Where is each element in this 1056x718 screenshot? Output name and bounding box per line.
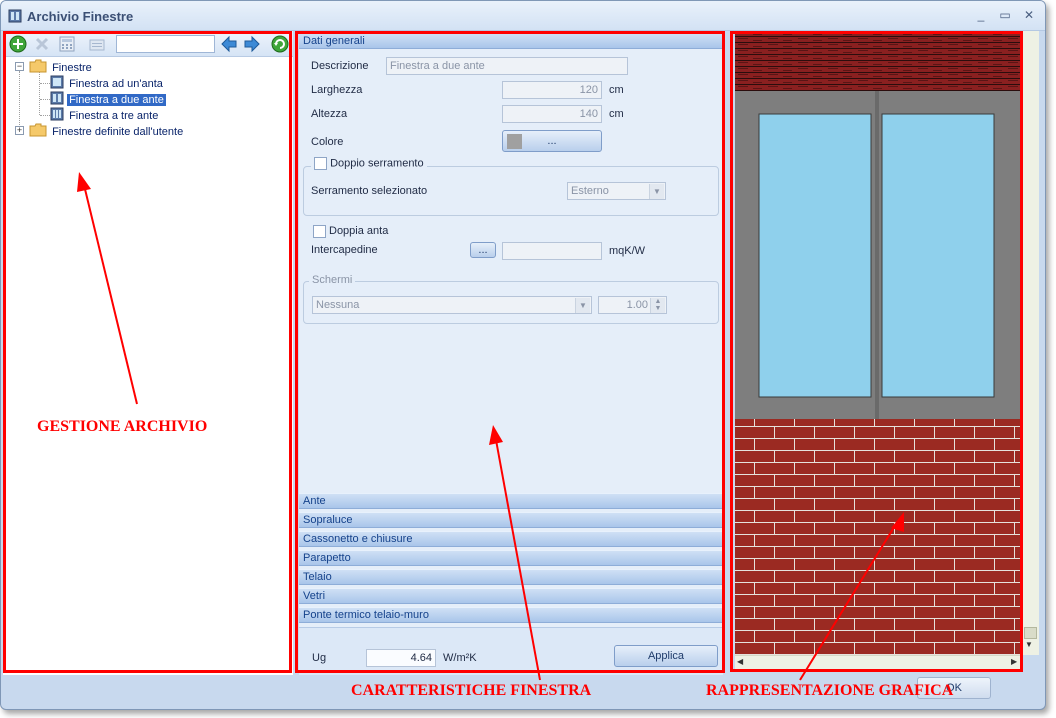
tree-node-label: Finestre	[52, 62, 92, 75]
ug-unit: W/m²K	[443, 652, 477, 664]
apply-button[interactable]: Applica	[614, 645, 718, 667]
doppia-anta-checkbox[interactable]	[313, 225, 326, 238]
altezza-field[interactable]: 140	[502, 105, 602, 123]
serramento-select[interactable]: Esterno ▼	[567, 182, 666, 200]
larghezza-field[interactable]: 120	[502, 81, 602, 99]
window-preview	[735, 31, 1021, 671]
preview-vertical-scrollbar[interactable]: ▼	[1021, 31, 1039, 655]
tree-connector	[40, 115, 50, 116]
doppio-serramento-label: Doppio serramento	[330, 157, 424, 170]
schermi-value: Nessuna	[316, 299, 360, 311]
window-drawing	[735, 31, 1021, 655]
title-bar: Archivio Finestre _ ▭ ✕	[1, 1, 1045, 31]
chevron-down-icon: ▼	[649, 184, 664, 199]
tree-connector	[19, 71, 20, 131]
doppio-serramento-checkbox[interactable]	[314, 157, 327, 170]
back-arrow-icon[interactable]	[220, 35, 238, 53]
tree-connector	[40, 99, 50, 100]
window-app-icon	[8, 9, 22, 26]
ug-footer: Ug 4.64 W/m²K Applica	[299, 627, 723, 675]
serramento-label: Serramento selezionato	[311, 185, 428, 197]
right-glass-pane	[881, 113, 995, 398]
altezza-label: Altezza	[311, 108, 348, 120]
intercapedine-field[interactable]	[502, 242, 602, 260]
tree-node-label: Finestra a tre ante	[69, 110, 159, 123]
refresh-icon[interactable]	[271, 35, 289, 53]
tree-expand-toggle[interactable]: +	[15, 126, 24, 135]
brick-wall	[735, 419, 1021, 655]
tree-node-finestre[interactable]: Finestre	[29, 59, 94, 75]
roller-shutter-box	[735, 31, 1021, 91]
close-button[interactable]: ✕	[1021, 7, 1037, 23]
schermi-factor-value: 1.00	[626, 299, 648, 311]
doppia-anta-label: Doppia anta	[329, 225, 389, 237]
archive-window: Archivio Finestre _ ▭ ✕ − Finestre Fines…	[0, 0, 1046, 710]
archive-tree: − Finestre Finestra ad un'anta Finestra …	[3, 57, 293, 675]
delete-icon[interactable]	[33, 35, 51, 53]
ug-label: Ug	[312, 652, 327, 664]
minimize-button[interactable]: _	[973, 7, 989, 23]
section-header-vetri[interactable]: Vetri	[299, 588, 723, 604]
tree-node-window-3[interactable]: Finestra a tre ante	[50, 107, 160, 123]
archive-search-input[interactable]	[116, 35, 215, 53]
scroll-left-icon[interactable]: ◀	[737, 657, 743, 666]
section-header-cassonetto[interactable]: Cassonetto e chiusure	[299, 531, 723, 547]
left-glass-pane	[758, 113, 872, 398]
scroll-down-icon[interactable]: ▼	[1025, 640, 1033, 649]
ug-value-field: 4.64	[366, 649, 436, 667]
properties-panel: Dati generali Descrizione Finestra a due…	[299, 31, 723, 675]
archive-toolbar	[3, 31, 293, 57]
serramento-value: Esterno	[571, 185, 609, 197]
annotation-label-properties: CARATTERISTICHE FINESTRA	[351, 682, 592, 699]
add-icon[interactable]	[9, 35, 27, 53]
tree-node-user-windows[interactable]: Finestre definite dall'utente	[29, 123, 185, 139]
section-header-ante[interactable]: Ante	[299, 493, 723, 509]
colore-button-label: ...	[547, 135, 557, 147]
doppio-serramento-title: Doppio serramento	[311, 157, 427, 171]
chevron-down-icon: ▼	[575, 298, 590, 313]
larghezza-label: Larghezza	[311, 84, 363, 96]
window-title: Archivio Finestre	[27, 9, 134, 24]
calculator-icon[interactable]	[58, 35, 76, 53]
folder-open-icon	[29, 59, 47, 78]
section-header-parapetto[interactable]: Parapetto	[299, 550, 723, 566]
forward-arrow-icon[interactable]	[243, 35, 261, 53]
intercapedine-label: Intercapedine	[311, 244, 378, 256]
scroll-right-icon[interactable]: ▶	[1011, 657, 1017, 666]
folder-icon	[29, 123, 47, 142]
schermi-title: Schermi	[309, 274, 356, 286]
preview-horizontal-scrollbar[interactable]: ◀ ▶	[735, 655, 1021, 669]
tree-node-label: Finestra a due ante	[67, 94, 166, 107]
section-header-sopraluce[interactable]: Sopraluce	[299, 512, 723, 528]
descrizione-field[interactable]: Finestra a due ante	[386, 57, 628, 75]
intercapedine-unit: mqK/W	[609, 245, 646, 257]
tree-node-window-1[interactable]: Finestra ad un'anta	[50, 75, 165, 91]
maximize-button[interactable]: ▭	[997, 7, 1013, 23]
tree-connector	[40, 83, 50, 84]
archive-panel: − Finestre Finestra ad un'anta Finestra …	[3, 31, 293, 675]
tree-node-label: Finestra ad un'anta	[69, 78, 163, 91]
section-header-dati-generali[interactable]: Dati generali	[299, 33, 723, 49]
tree-collapse-toggle[interactable]: −	[15, 62, 24, 71]
larghezza-unit: cm	[609, 84, 624, 96]
report-icon[interactable]	[88, 35, 106, 53]
colore-label: Colore	[311, 136, 344, 148]
tree-node-window-2[interactable]: Finestra a due ante	[50, 91, 166, 107]
colore-picker-button[interactable]: ...	[502, 130, 602, 152]
altezza-unit: cm	[609, 108, 624, 120]
spinner-arrows-icon: ▲ ▼	[650, 298, 665, 313]
annotation-label-drawing: RAPPRESENTAZIONE GRAFICA	[706, 682, 954, 699]
intercapedine-button[interactable]: ...	[470, 242, 496, 258]
schermi-select[interactable]: Nessuna ▼	[312, 296, 592, 314]
scroll-thumb[interactable]	[1024, 627, 1037, 639]
tree-node-label: Finestre definite dall'utente	[52, 126, 184, 139]
descrizione-label: Descrizione	[311, 60, 369, 72]
annotation-label-archive: GESTIONE ARCHIVIO	[37, 418, 208, 435]
color-swatch	[507, 134, 522, 149]
section-header-telaio[interactable]: Telaio	[299, 569, 723, 585]
schermi-factor-spinner[interactable]: 1.00 ▲ ▼	[598, 296, 667, 314]
section-header-ponte-termico[interactable]: Ponte termico telaio-muro	[299, 607, 723, 623]
